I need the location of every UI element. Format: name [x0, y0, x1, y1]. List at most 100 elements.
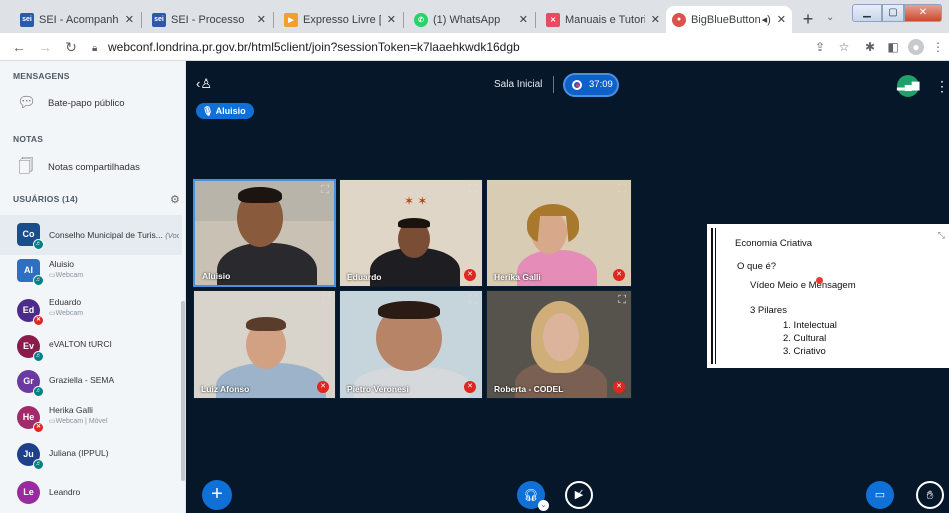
tab-search-icon[interactable]: ⌄: [826, 12, 834, 23]
fullscreen-icon[interactable]: ⛶: [618, 294, 626, 307]
slide-text: 3 Pilares: [750, 305, 787, 316]
back-button[interactable]: ←: [10, 38, 28, 56]
tab-bigbluebutton[interactable]: ● BigBlueButton - ◂) ✕: [666, 6, 792, 33]
manuais-icon: ✕: [546, 12, 560, 27]
user-list-toggle-icon[interactable]: ‹♙: [196, 76, 212, 92]
presentation-slide[interactable]: Economia Criativa O que é? Vídeo Meio e …: [707, 224, 949, 368]
raise-hand-button[interactable]: ✋︎: [916, 481, 944, 509]
close-tab-icon[interactable]: ✕: [777, 13, 786, 26]
sidebar: MENSAGENS 💬︎ Bate-papo público NOTAS 🗍︎ …: [0, 61, 186, 513]
fullscreen-icon[interactable]: ⛶: [321, 184, 329, 197]
close-tab-icon[interactable]: ✕: [651, 13, 660, 26]
minimize-button[interactable]: ▁: [852, 4, 882, 22]
address-bar[interactable]: 🔒︎ webconf.londrina.pr.gov.br/html5client…: [92, 36, 792, 58]
bookmark-star-icon[interactable]: ☆: [836, 39, 852, 55]
avatar: He ✕: [17, 406, 44, 433]
tab-whatsapp[interactable]: ✆ (1) WhatsApp ✕: [408, 6, 534, 33]
fullscreen-icon[interactable]: ⛶: [618, 183, 626, 196]
user-item[interactable]: Le Leandro: [0, 479, 182, 513]
shared-notes-item[interactable]: 🗍︎ Notas compartilhadas: [17, 158, 140, 176]
user-item[interactable]: Al ♬ Aluisio ▭Webcam: [0, 255, 182, 295]
muted-mic-icon: ✕: [464, 269, 476, 281]
you-label: (Você): [165, 231, 179, 240]
reload-button[interactable]: ↻: [62, 38, 80, 56]
presentation-button[interactable]: ▭: [866, 481, 894, 509]
muted-mic-icon: ✕: [33, 315, 44, 326]
tab-strip: sei SEI - Acompanhame ✕ sei SEI - Proces…: [0, 0, 949, 33]
tab-manuais-tutoriais[interactable]: ✕ Manuais e Tutoriais ✕: [540, 6, 666, 33]
video-label[interactable]: Herika Galli: [494, 272, 541, 282]
public-chat-item[interactable]: 💬︎ Bate-papo público: [17, 94, 125, 112]
tab-sei-acompanhamento[interactable]: sei SEI - Acompanhame ✕: [14, 6, 140, 33]
camera-off-button[interactable]: ▶̸: [565, 481, 593, 509]
close-tab-icon[interactable]: ✕: [257, 13, 266, 26]
speaker-icon[interactable]: ◂): [762, 13, 771, 26]
video-tile[interactable]: Roberta - CODEL ⛶ ✕: [486, 290, 632, 399]
profile-icon[interactable]: ●: [908, 39, 924, 55]
tab-expresso-livre[interactable]: ▶ Expresso Livre [Expr ✕: [278, 6, 402, 33]
video-label[interactable]: Pietro Veronesi: [347, 384, 409, 394]
user-item[interactable]: He ✕ Herika Galli ▭Webcam | Móvel: [0, 404, 182, 444]
user-name: Herika Galli: [49, 405, 93, 415]
user-item[interactable]: Co♬ Conselho Municipal de Turis... (Você…: [0, 215, 182, 255]
fullscreen-icon[interactable]: ⛶: [469, 294, 477, 307]
audio-icon: ♬: [33, 386, 44, 397]
user-list-scrollbar[interactable]: [181, 301, 185, 481]
avatar: Co ♬: [17, 223, 44, 250]
sei-icon: sei: [152, 12, 166, 27]
recording-timer[interactable]: 37:09: [563, 73, 619, 97]
slide-title: Economia Criativa: [735, 238, 813, 249]
muted-mic-icon: ✕: [613, 269, 625, 281]
chevron-down-icon[interactable]: ⌄: [538, 500, 549, 511]
browser-menu-icon[interactable]: ⋮: [930, 39, 946, 55]
gear-icon[interactable]: ⚙: [170, 193, 180, 206]
forward-button[interactable]: →: [36, 38, 54, 56]
user-item[interactable]: Gr ♬ Graziella - SEMA: [0, 369, 182, 409]
video-label[interactable]: Roberta - CODEL: [494, 384, 563, 394]
fullscreen-icon[interactable]: ⛶: [469, 183, 477, 196]
video-label[interactable]: Eduardo: [347, 272, 381, 282]
bigbluebutton-icon: ●: [672, 12, 686, 27]
audio-button[interactable]: 🎧︎ ⌄: [517, 481, 549, 511]
slide-list-item: 3. Criativo: [783, 346, 826, 357]
user-name: Eduardo: [49, 297, 82, 307]
avatar: Ed ✕: [17, 299, 44, 326]
avatar: Ev ♬: [17, 335, 44, 362]
slide-list-item: 1. Intelectual: [783, 320, 837, 331]
new-tab-button[interactable]: +: [796, 8, 820, 32]
close-tab-icon[interactable]: ✕: [519, 13, 528, 26]
close-tab-icon[interactable]: ✕: [125, 13, 134, 26]
extensions-icon[interactable]: ✱: [862, 39, 878, 55]
talking-indicator[interactable]: 🎙︎ Aluisio: [196, 103, 254, 119]
fullscreen-icon[interactable]: ⛶: [322, 294, 330, 307]
notes-heading: NOTAS: [13, 134, 44, 144]
video-tile[interactable]: Luiz Afonso ⛶ ✕: [193, 290, 336, 399]
audio-icon: ♬: [33, 351, 44, 362]
avatar: Gr ♬: [17, 370, 44, 397]
audio-icon: ♬: [33, 275, 44, 286]
user-item[interactable]: Ju ♬ Juliana (IPPUL): [0, 442, 182, 482]
video-tile[interactable]: Pietro Veronesi ⛶ ✕: [339, 290, 483, 399]
muted-mic-icon: ✕: [613, 381, 625, 393]
user-item[interactable]: Ed ✕ Eduardo ▭Webcam: [0, 295, 182, 335]
close-window-button[interactable]: ✕: [904, 4, 942, 22]
side-panel-icon[interactable]: ◧: [885, 39, 901, 55]
video-label[interactable]: Luiz Afonso: [201, 384, 249, 394]
actions-button[interactable]: +: [202, 480, 232, 510]
user-name: Aluisio: [49, 259, 75, 269]
record-icon: [572, 80, 582, 90]
maximize-button[interactable]: ▢: [882, 4, 904, 22]
tab-sei-processo[interactable]: sei SEI - Processo ✕: [146, 6, 272, 33]
whatsapp-icon: ✆: [414, 12, 428, 27]
video-tile[interactable]: ✶ ✶ Eduardo ⛶ ✕: [339, 179, 483, 287]
options-menu-icon[interactable]: ⋮: [935, 75, 949, 97]
user-name: Graziella - SEMA: [49, 375, 115, 385]
close-tab-icon[interactable]: ✕: [387, 13, 396, 26]
video-label[interactable]: Aluisio: [202, 271, 230, 281]
share-icon[interactable]: ⇪: [812, 39, 828, 55]
video-tile[interactable]: Aluisio ⛶: [193, 179, 336, 287]
minimize-presentation-icon[interactable]: ⤡: [938, 230, 945, 241]
connection-status-icon[interactable]: ▂▄▆: [897, 75, 919, 97]
notes-icon: 🗍︎: [18, 158, 34, 175]
video-tile[interactable]: Herika Galli ⛶ ✕: [486, 179, 632, 287]
